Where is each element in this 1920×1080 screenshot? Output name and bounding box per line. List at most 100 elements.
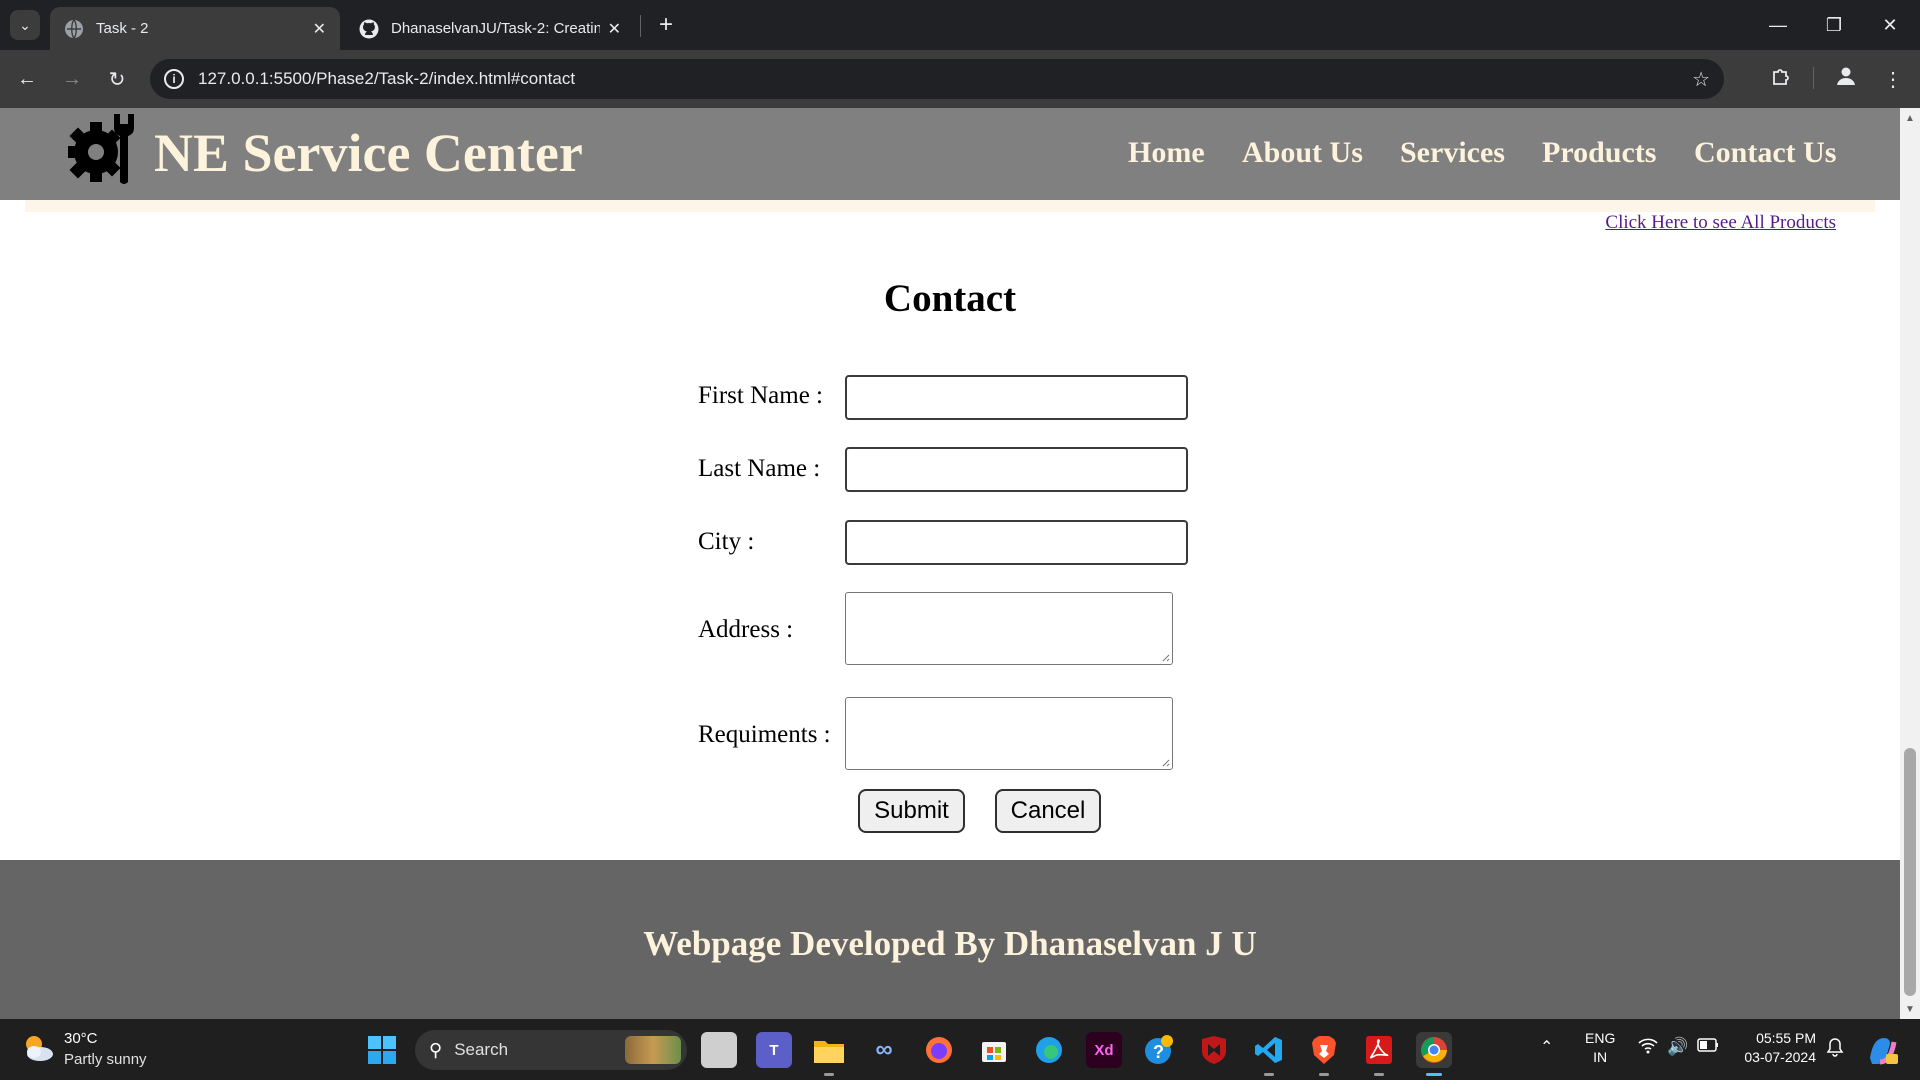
nav-services[interactable]: Services bbox=[1400, 136, 1505, 170]
tab-title: Task - 2 bbox=[96, 20, 149, 37]
clock-date: 03-07-2024 bbox=[1744, 1049, 1816, 1065]
minimize-button[interactable]: — bbox=[1750, 0, 1806, 50]
input-language[interactable]: ENG IN bbox=[1585, 1029, 1615, 1067]
clock-time: 05:55 PM bbox=[1756, 1030, 1816, 1046]
reload-button[interactable]: ↻ bbox=[102, 64, 132, 94]
plus-icon: + bbox=[658, 11, 673, 38]
site-header: NE Service Center Home About Us Services… bbox=[0, 108, 1900, 200]
acrobat-icon[interactable] bbox=[1361, 1032, 1397, 1076]
svg-text:?: ? bbox=[1153, 1042, 1164, 1062]
minimize-icon: — bbox=[1769, 14, 1787, 35]
browser-tab-bar: ⌄ Task - 2 ✕ DhanaselvanJU/Task-2: Creat… bbox=[0, 0, 1920, 50]
address-label: Address : bbox=[698, 616, 794, 643]
scroll-down-arrow-icon[interactable]: ▼ bbox=[1900, 999, 1920, 1019]
copilot-icon[interactable] bbox=[1864, 1032, 1900, 1068]
help-icon[interactable]: ? bbox=[1141, 1032, 1177, 1068]
task-view-icon[interactable] bbox=[701, 1032, 737, 1068]
products-section-edge bbox=[25, 200, 1875, 212]
restore-icon: ❐ bbox=[1825, 14, 1843, 35]
all-products-link[interactable]: Click Here to see All Products bbox=[1605, 212, 1836, 234]
star-icon[interactable]: ☆ bbox=[1692, 67, 1710, 92]
close-tab-icon[interactable]: ✕ bbox=[313, 19, 326, 39]
partly-sunny-icon[interactable] bbox=[20, 1030, 56, 1066]
weather-temperature[interactable]: 30°C bbox=[64, 1030, 98, 1047]
cancel-button[interactable]: Cancel bbox=[995, 789, 1101, 833]
resize-grip-icon[interactable] bbox=[1160, 757, 1170, 767]
forward-button[interactable]: → bbox=[57, 64, 87, 94]
weather-description[interactable]: Partly sunny bbox=[64, 1051, 147, 1068]
address-bar[interactable]: i 127.0.0.1:5500/Phase2/Task-2/index.htm… bbox=[150, 59, 1724, 99]
requiments-textarea[interactable] bbox=[845, 697, 1173, 770]
github-icon bbox=[359, 19, 379, 39]
search-highlight-image bbox=[625, 1036, 681, 1064]
close-tab-icon[interactable]: ✕ bbox=[608, 19, 621, 39]
region-code: IN bbox=[1593, 1049, 1608, 1065]
resize-grip-icon[interactable] bbox=[1160, 652, 1170, 662]
tab-github[interactable]: DhanaselvanJU/Task-2: Creating ✕ bbox=[345, 7, 635, 50]
chrome-icon[interactable] bbox=[1416, 1032, 1452, 1076]
last-name-label: Last Name : bbox=[698, 455, 821, 482]
new-tab-button[interactable]: + bbox=[651, 10, 681, 40]
close-window-button[interactable]: ✕ bbox=[1862, 0, 1918, 50]
last-name-input[interactable] bbox=[845, 447, 1188, 492]
mcafee-icon[interactable] bbox=[1196, 1032, 1232, 1068]
toolbar-separator bbox=[1813, 67, 1814, 89]
submit-button[interactable]: Submit bbox=[858, 789, 965, 833]
first-name-label: First Name : bbox=[698, 382, 823, 409]
chevron-down-icon: ⌄ bbox=[19, 16, 31, 33]
page-scrollbar[interactable]: ▲ ▼ bbox=[1900, 108, 1920, 1019]
arrow-right-icon: → bbox=[62, 67, 82, 90]
nav-contact-us[interactable]: Contact Us bbox=[1694, 136, 1837, 170]
search-label: Search bbox=[454, 1040, 509, 1059]
city-input[interactable] bbox=[845, 520, 1188, 565]
kebab-menu-icon: ⋮ bbox=[1883, 68, 1903, 91]
menu-button[interactable]: ⋮ bbox=[1878, 64, 1908, 94]
close-icon: ✕ bbox=[1882, 14, 1898, 35]
restore-button[interactable]: ❐ bbox=[1806, 0, 1862, 50]
language-code: ENG bbox=[1585, 1030, 1616, 1046]
edge-icon[interactable] bbox=[1031, 1032, 1067, 1068]
page-viewport: NE Service Center Home About Us Services… bbox=[0, 108, 1900, 1019]
wifi-icon[interactable] bbox=[1638, 1037, 1658, 1060]
notification-bell-icon[interactable] bbox=[1826, 1037, 1844, 1062]
nav-products[interactable]: Products bbox=[1542, 136, 1656, 170]
adobe-xd-icon[interactable]: Xd bbox=[1086, 1032, 1122, 1068]
requiments-label: Requiments : bbox=[698, 721, 831, 748]
volume-icon[interactable]: 🔊 bbox=[1667, 1037, 1688, 1057]
scroll-up-arrow-icon[interactable]: ▲ bbox=[1900, 108, 1920, 128]
first-name-input[interactable] bbox=[845, 375, 1188, 420]
nav-about-us[interactable]: About Us bbox=[1242, 136, 1363, 170]
infinity-app-icon[interactable]: ∞ bbox=[866, 1032, 902, 1068]
contact-heading: Contact bbox=[883, 277, 1017, 320]
extensions-button[interactable] bbox=[1766, 64, 1796, 94]
profile-button[interactable] bbox=[1831, 64, 1861, 94]
firefox-icon[interactable] bbox=[921, 1032, 957, 1068]
windows-taskbar: 30°C Partly sunny ⚲ Search T ∞ Xd ? ⌃ EN… bbox=[0, 1019, 1920, 1080]
system-clock[interactable]: 05:55 PM 03-07-2024 bbox=[1740, 1029, 1816, 1067]
battery-icon[interactable] bbox=[1697, 1037, 1719, 1057]
city-label: City : bbox=[698, 528, 755, 555]
microsoft-store-icon[interactable] bbox=[976, 1032, 1012, 1068]
gear-wrench-logo-icon bbox=[68, 114, 134, 184]
site-info-icon[interactable]: i bbox=[164, 69, 184, 89]
file-explorer-icon[interactable] bbox=[811, 1032, 847, 1076]
globe-icon bbox=[64, 19, 84, 39]
tab-task-2[interactable]: Task - 2 ✕ bbox=[50, 7, 340, 50]
brave-icon[interactable] bbox=[1306, 1032, 1342, 1076]
vscode-icon[interactable] bbox=[1251, 1032, 1287, 1076]
teams-icon[interactable]: T bbox=[756, 1032, 792, 1068]
taskbar-search[interactable]: ⚲ Search bbox=[415, 1030, 687, 1070]
tab-search-button[interactable]: ⌄ bbox=[10, 10, 40, 40]
browser-toolbar: ← → ↻ i 127.0.0.1:5500/Phase2/Task-2/ind… bbox=[0, 50, 1920, 108]
search-icon: ⚲ bbox=[429, 1039, 443, 1060]
address-textarea[interactable] bbox=[845, 592, 1173, 665]
arrow-left-icon: ← bbox=[17, 67, 37, 90]
windows-start-icon[interactable] bbox=[367, 1035, 397, 1065]
tray-expand-icon[interactable]: ⌃ bbox=[1540, 1037, 1553, 1057]
scrollbar-thumb[interactable] bbox=[1904, 748, 1916, 996]
site-title: NE Service Center bbox=[154, 123, 583, 183]
footer-credit: Webpage Developed By Dhanaselvan J U bbox=[643, 924, 1257, 963]
puzzle-icon bbox=[1770, 65, 1792, 93]
back-button[interactable]: ← bbox=[12, 64, 42, 94]
nav-home[interactable]: Home bbox=[1128, 136, 1205, 170]
